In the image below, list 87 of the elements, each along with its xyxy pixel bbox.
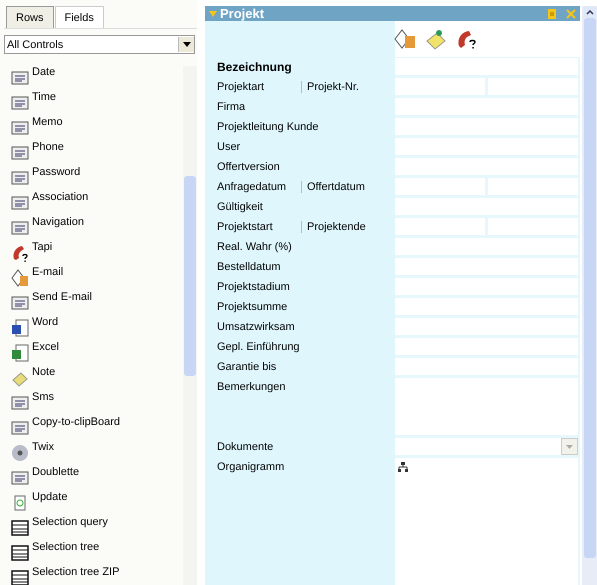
field-label: Bemerkungen bbox=[217, 381, 286, 393]
control-item[interactable]: Selection tree ZIP bbox=[4, 566, 183, 585]
control-icon bbox=[10, 518, 30, 538]
control-icon bbox=[10, 318, 30, 338]
control-item[interactable]: Copy-to-clipBoard bbox=[4, 416, 183, 441]
control-item[interactable]: Sms bbox=[4, 391, 183, 416]
field-label: Dokumente bbox=[217, 441, 274, 453]
input-field[interactable] bbox=[395, 218, 485, 235]
panel-title: Projekt bbox=[220, 6, 266, 21]
control-icon bbox=[10, 543, 30, 563]
control-item[interactable]: Selection query bbox=[4, 516, 183, 541]
input-field[interactable] bbox=[488, 78, 578, 95]
control-item[interactable]: Memo bbox=[4, 116, 183, 141]
control-item[interactable]: Note bbox=[4, 366, 183, 391]
input-field[interactable] bbox=[395, 178, 485, 195]
input-field[interactable] bbox=[395, 158, 578, 175]
input-field[interactable] bbox=[395, 98, 578, 115]
document-icon[interactable] bbox=[547, 8, 557, 18]
tab[interactable]: Fields bbox=[54, 6, 104, 28]
input-field[interactable] bbox=[395, 278, 578, 295]
input-field[interactable] bbox=[395, 318, 578, 335]
dropdown-button[interactable] bbox=[178, 37, 194, 52]
control-item[interactable]: Phone bbox=[4, 141, 183, 166]
note-icon[interactable] bbox=[425, 28, 447, 50]
caret-icon bbox=[209, 10, 217, 16]
input-field[interactable] bbox=[395, 338, 578, 355]
field-label: Projektstart bbox=[217, 221, 274, 233]
control-item[interactable]: Date bbox=[4, 66, 183, 91]
caret-icon bbox=[182, 42, 190, 47]
field-label: Projektart bbox=[217, 81, 266, 93]
input-field[interactable] bbox=[395, 78, 485, 95]
control-item[interactable]: Time bbox=[4, 91, 183, 116]
controls-dropdown[interactable]: All Controls bbox=[4, 35, 195, 54]
input-field[interactable] bbox=[395, 58, 578, 75]
control-item[interactable]: Tapi bbox=[4, 241, 183, 266]
control-item[interactable]: Excel bbox=[4, 341, 183, 366]
control-item[interactable]: Send E-mail bbox=[4, 291, 183, 316]
field-label: Projektstadium bbox=[217, 281, 291, 293]
scrollbar-thumb[interactable] bbox=[184, 176, 196, 376]
caret-icon bbox=[566, 444, 573, 448]
field-label: Firma bbox=[217, 101, 246, 113]
field-label: Anfragedatum bbox=[217, 181, 288, 193]
scroll-up-icon[interactable] bbox=[584, 6, 596, 18]
control-item[interactable]: Password bbox=[4, 166, 183, 191]
control-item[interactable]: Navigation bbox=[4, 216, 183, 241]
input-field[interactable] bbox=[488, 218, 578, 235]
input-field[interactable] bbox=[395, 298, 578, 315]
field-label: Gepl. Einführung bbox=[217, 341, 301, 353]
scrollbar[interactable] bbox=[183, 66, 197, 585]
control-item[interactable]: E-mail bbox=[4, 266, 183, 291]
org-chart-icon[interactable] bbox=[398, 462, 408, 472]
control-item[interactable]: Doublette bbox=[4, 466, 183, 491]
field-label: Projekt-Nr. bbox=[301, 81, 359, 93]
field-label: Projektleitung Kunde bbox=[217, 121, 319, 133]
field-label: Gültigkeit bbox=[217, 201, 264, 213]
field-label: Projektsumme bbox=[217, 301, 288, 313]
close-icon[interactable] bbox=[566, 8, 576, 18]
field-label: Organigramm bbox=[217, 461, 286, 473]
text-area[interactable] bbox=[395, 378, 578, 435]
control-item[interactable]: Twix bbox=[4, 441, 183, 466]
input-field[interactable] bbox=[395, 258, 578, 275]
control-icon bbox=[10, 343, 30, 363]
field-label: Bestelldatum bbox=[217, 261, 282, 273]
documents-dropdown[interactable] bbox=[395, 438, 578, 455]
input-field[interactable] bbox=[395, 198, 578, 215]
field-label: User bbox=[217, 141, 242, 153]
scrollbar[interactable] bbox=[582, 6, 597, 585]
dropdown-value: All Controls bbox=[7, 38, 64, 50]
field-label: Umsatzwirksam bbox=[217, 321, 296, 333]
input-field[interactable] bbox=[395, 358, 578, 375]
input-field[interactable] bbox=[395, 118, 578, 135]
scrollbar-thumb[interactable] bbox=[584, 18, 596, 558]
control-item[interactable]: Word bbox=[4, 316, 183, 341]
control-item[interactable]: Update bbox=[4, 491, 183, 516]
control-item[interactable]: Association bbox=[4, 191, 183, 216]
control-item[interactable]: Selection tree bbox=[4, 541, 183, 566]
field-label: Offertversion bbox=[217, 161, 281, 173]
field-label: Real. Wahr (%) bbox=[217, 241, 293, 253]
field-label: Offertdatum bbox=[301, 181, 365, 193]
input-field[interactable] bbox=[488, 178, 578, 195]
input-field[interactable] bbox=[395, 138, 578, 155]
disc-icon bbox=[10, 443, 30, 463]
field-label: Bezeichnung bbox=[217, 60, 293, 74]
tab[interactable]: Rows bbox=[6, 6, 54, 28]
field-label: Garantie bis bbox=[217, 361, 278, 373]
field-label: Projektende bbox=[301, 221, 366, 233]
input-field[interactable] bbox=[395, 238, 578, 255]
